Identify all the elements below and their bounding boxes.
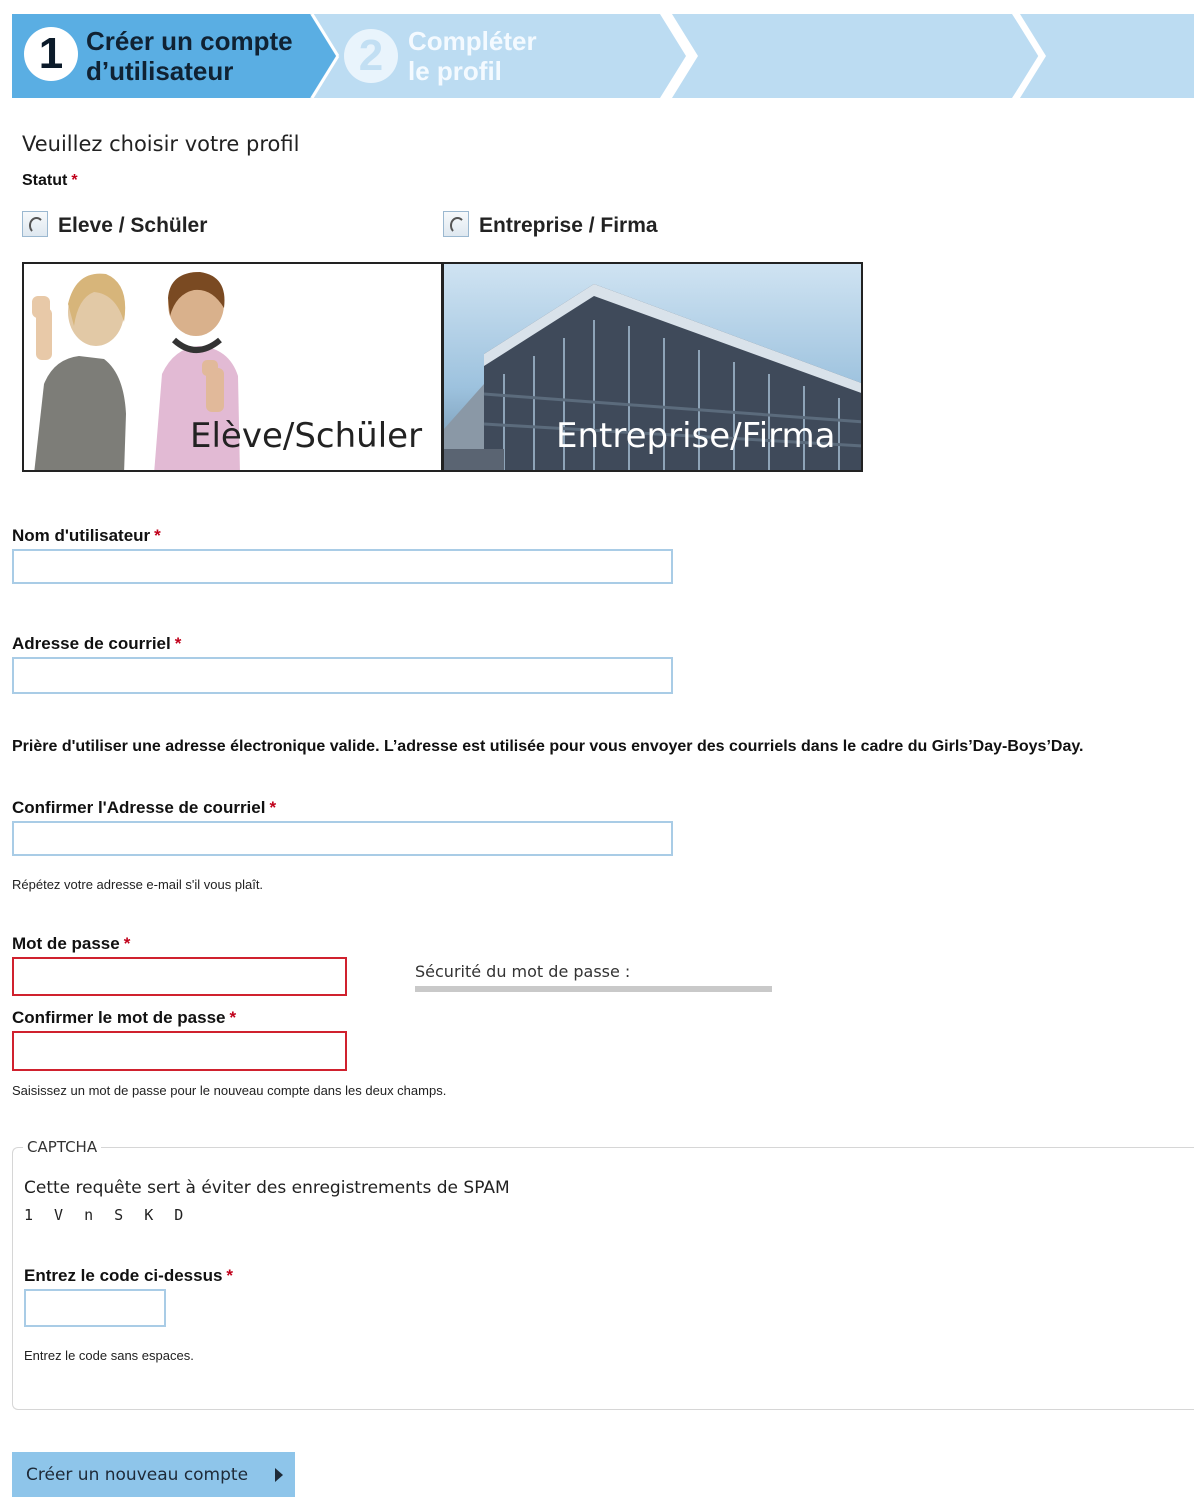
step-4-shape <box>1020 14 1194 98</box>
password-strength-label: Sécurité du mot de passe : <box>415 962 631 981</box>
required-mark: * <box>226 1266 234 1285</box>
eleve-card-caption: Elève/Schüler <box>190 416 423 456</box>
step-2-label-line2: le profil <box>408 56 502 86</box>
username-input[interactable] <box>12 549 673 584</box>
password-label-text: Mot de passe <box>12 934 120 953</box>
confirm-email-label-text: Confirmer l'Adresse de courriel <box>12 798 266 817</box>
step-progress-banner: 1 Créer un compte d’utilisateur 2 Complé… <box>12 14 1194 98</box>
eleve-profile-card[interactable]: Elève/Schüler <box>22 262 443 472</box>
captcha-input[interactable] <box>24 1289 166 1327</box>
captcha-help: Entrez le code sans espaces. <box>24 1348 194 1363</box>
radio-entreprise[interactable] <box>443 211 469 237</box>
profile-heading: Veuillez choisir votre profil <box>22 132 300 156</box>
status-label: Statut * <box>22 172 78 190</box>
email-label: Adresse de courriel * <box>12 634 181 654</box>
captcha-input-label: Entrez le code ci-dessus * <box>24 1266 233 1286</box>
captcha-input-label-text: Entrez le code ci-dessus <box>24 1266 223 1285</box>
radio-eleve-label[interactable]: Eleve / Schüler <box>58 214 207 238</box>
username-label-text: Nom d'utilisateur <box>12 526 151 545</box>
create-account-button[interactable]: Créer un nouveau compte <box>12 1452 295 1497</box>
step-2-label: Compléter le profil <box>408 26 537 86</box>
email-label-text: Adresse de courriel <box>12 634 171 653</box>
email-note: Prière d'utiliser une adresse électroniq… <box>12 738 1084 755</box>
captcha-description: Cette requête sert à éviter des enregist… <box>24 1178 510 1198</box>
required-mark: * <box>154 526 161 545</box>
arrow-right-icon <box>275 1468 283 1482</box>
required-mark: * <box>71 172 78 189</box>
captcha-code: 1 V n S K D <box>24 1206 184 1224</box>
password-label: Mot de passe * <box>12 934 130 954</box>
radio-eleve[interactable] <box>22 211 48 237</box>
step-1-number: 1 <box>24 27 78 81</box>
email-input[interactable] <box>12 657 673 694</box>
required-mark: * <box>123 934 131 953</box>
entreprise-card-caption: Entreprise/Firma <box>556 416 836 456</box>
confirm-password-label-text: Confirmer le mot de passe <box>12 1008 226 1027</box>
password-input[interactable] <box>12 957 347 996</box>
step-1-label-line1: Créer un compte <box>86 26 293 56</box>
confirm-email-input[interactable] <box>12 821 673 856</box>
create-account-button-label: Créer un nouveau compte <box>26 1464 249 1485</box>
username-label: Nom d'utilisateur * <box>12 526 161 546</box>
confirm-password-label: Confirmer le mot de passe * <box>12 1008 236 1028</box>
step-3-shape <box>672 14 1040 98</box>
step-2-number: 2 <box>344 29 398 83</box>
confirm-email-help: Répétez votre adresse e-mail s'il vous p… <box>12 877 264 892</box>
required-mark: * <box>269 798 277 817</box>
confirm-email-label: Confirmer l'Adresse de courriel * <box>12 798 276 818</box>
step-1-label-line2: d’utilisateur <box>86 56 234 86</box>
step-1-label: Créer un compte d’utilisateur <box>86 26 293 86</box>
entreprise-profile-card[interactable]: Entreprise/Firma <box>442 262 863 472</box>
required-mark: * <box>229 1008 237 1027</box>
password-help: Saisissez un mot de passe pour le nouvea… <box>12 1083 447 1098</box>
radio-entreprise-label[interactable]: Entreprise / Firma <box>479 214 658 238</box>
captcha-legend: CAPTCHA <box>27 1138 98 1156</box>
required-mark: * <box>174 634 182 653</box>
status-label-text: Statut <box>22 172 68 189</box>
confirm-password-input[interactable] <box>12 1031 347 1071</box>
step-2-label-line1: Compléter <box>408 26 537 56</box>
password-strength-bar <box>415 986 772 992</box>
